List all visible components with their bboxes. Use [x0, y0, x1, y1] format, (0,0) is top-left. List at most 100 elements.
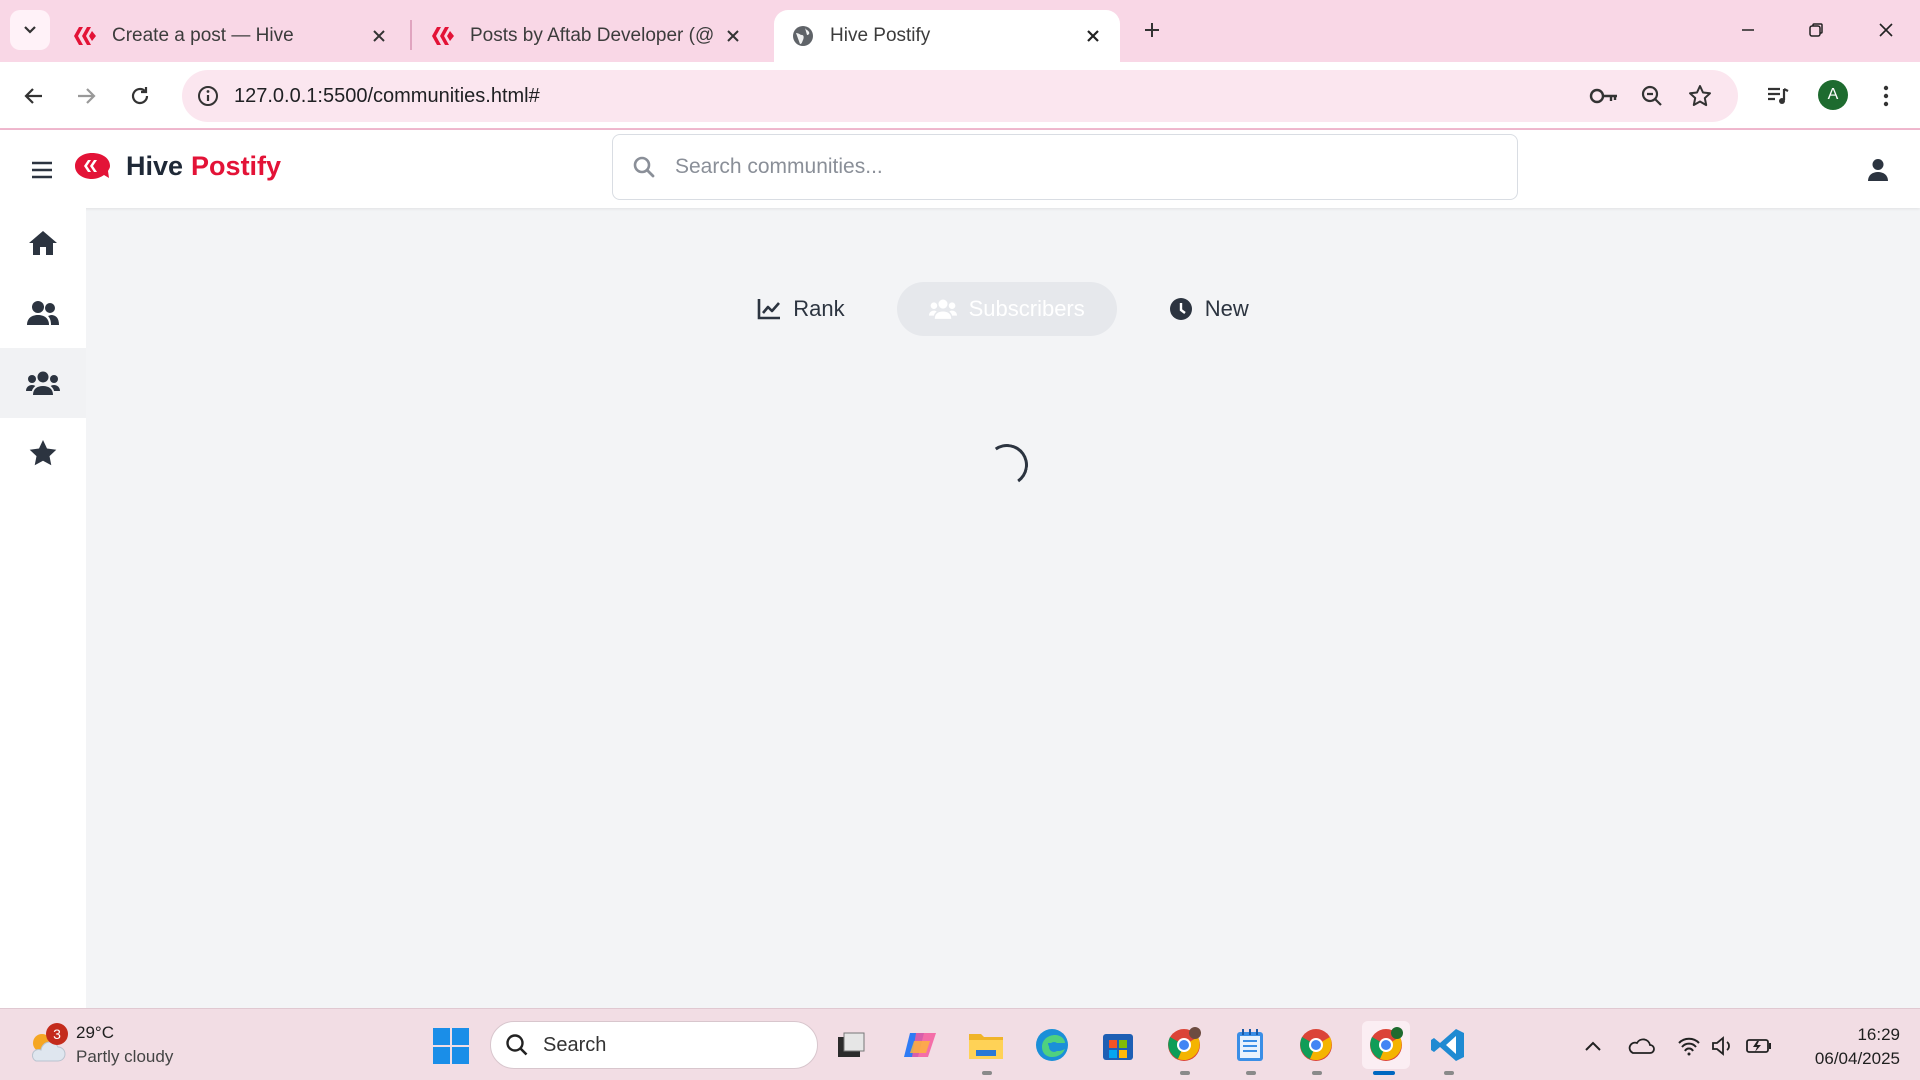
onedrive-icon[interactable]	[1626, 1031, 1656, 1061]
weather-condition: Partly cloudy	[76, 1047, 174, 1066]
password-key-icon[interactable]	[1584, 76, 1624, 116]
tab-title: Hive Postify	[830, 25, 931, 46]
tab-rank[interactable]: Rank	[725, 282, 876, 336]
windows-taskbar: 3 29°C Partly cloudy Search 16:29 06/04/…	[0, 1008, 1920, 1080]
forward-button[interactable]	[66, 76, 106, 116]
close-tab-icon[interactable]	[368, 25, 390, 47]
arrow-left-icon	[24, 88, 42, 104]
main-content: Rank Subscribers New	[86, 208, 1920, 1008]
sidebar-item-home[interactable]	[0, 208, 86, 278]
restore-button[interactable]	[1796, 10, 1836, 50]
running-indicator	[982, 1071, 992, 1075]
browser-tab-hive-postify[interactable]: Hive Postify	[774, 10, 1120, 62]
minimize-button[interactable]	[1728, 10, 1768, 50]
menu-toggle-button[interactable]	[24, 152, 60, 188]
tab-title: Posts by Aftab Developer (@aft	[470, 25, 714, 46]
active-indicator	[1373, 1071, 1395, 1075]
task-view-icon[interactable]	[831, 1025, 871, 1065]
copilot-icon[interactable]	[900, 1025, 940, 1065]
close-tab-icon[interactable]	[722, 25, 744, 47]
taskbar-clock[interactable]: 16:29 06/04/2025	[1790, 1023, 1900, 1071]
tab-title: Create a post — Hive	[112, 25, 294, 46]
sidebar-item-favorites[interactable]	[0, 418, 86, 488]
close-window-button[interactable]	[1866, 10, 1906, 50]
user-icon	[1868, 159, 1888, 181]
search-input[interactable]	[675, 155, 1475, 179]
tab-subscribers[interactable]: Subscribers	[896, 282, 1117, 336]
plus-icon	[1145, 23, 1159, 37]
microsoft-store-icon[interactable]	[1098, 1025, 1138, 1065]
running-indicator	[1444, 1071, 1454, 1075]
search-icon	[613, 155, 675, 179]
hive-postify-logo-icon	[75, 153, 110, 179]
close-tab-icon[interactable]	[1082, 25, 1104, 47]
community-search-box[interactable]	[612, 134, 1518, 200]
taskbar-search[interactable]: Search	[490, 1021, 818, 1069]
media-queue-icon	[1768, 87, 1789, 104]
weather-widget[interactable]: 3 29°C Partly cloudy	[24, 1021, 173, 1069]
vscode-icon[interactable]	[1428, 1025, 1468, 1065]
site-info-icon[interactable]	[182, 70, 234, 122]
brand-logo-link[interactable]: Hive Postify	[72, 150, 281, 182]
tab-separator	[410, 20, 412, 50]
arrow-right-icon	[78, 88, 96, 104]
browser-tab-posts-by-aftab[interactable]: Posts by Aftab Developer (@aft	[414, 10, 760, 62]
address-bar[interactable]: 127.0.0.1:5500/communities.html#	[182, 70, 1738, 122]
reload-button[interactable]	[120, 76, 160, 116]
restore-icon	[1809, 23, 1823, 37]
communities-icon	[26, 371, 60, 395]
chrome-icon[interactable]	[1296, 1025, 1336, 1065]
bookmark-star-icon[interactable]	[1680, 76, 1720, 116]
minimize-icon	[1742, 29, 1754, 31]
running-indicator	[1312, 1071, 1322, 1075]
search-icon	[506, 1034, 528, 1056]
sidebar-item-communities[interactable]	[0, 348, 86, 418]
browser-toolbar: 127.0.0.1:5500/communities.html#	[0, 62, 1920, 130]
star-icon	[29, 440, 57, 466]
media-controls-button[interactable]	[1758, 76, 1798, 116]
hive-logo-icon	[72, 23, 98, 49]
users-icon	[928, 299, 957, 319]
running-indicator	[1246, 1071, 1256, 1075]
chrome-profile-icon[interactable]	[1164, 1025, 1204, 1065]
taskbar-search-label: Search	[543, 1033, 607, 1056]
clock-time: 16:29	[1857, 1025, 1900, 1044]
hamburger-icon	[32, 161, 52, 179]
file-explorer-icon[interactable]	[966, 1025, 1006, 1065]
tab-subscribers-label: Subscribers	[968, 296, 1085, 321]
globe-icon	[790, 23, 816, 49]
close-icon	[1879, 23, 1893, 37]
tab-new-label: New	[1204, 296, 1249, 321]
show-hidden-icons-button[interactable]	[1578, 1031, 1608, 1061]
weather-badge: 3	[46, 1023, 68, 1045]
reload-icon	[131, 87, 149, 105]
partly-cloudy-icon: 3	[24, 1023, 68, 1067]
wifi-icon[interactable]	[1674, 1031, 1704, 1061]
browser-tab-bar: Create a post — Hive Posts by Aftab Deve…	[0, 0, 1920, 62]
new-tab-button[interactable]	[1134, 12, 1170, 48]
clock-date: 06/04/2025	[1814, 1049, 1900, 1068]
start-button[interactable]	[432, 1027, 470, 1065]
url-text[interactable]: 127.0.0.1:5500/communities.html#	[234, 85, 540, 108]
chrome-active-icon[interactable]	[1362, 1021, 1410, 1069]
zoom-icon[interactable]	[1632, 76, 1672, 116]
tab-rank-label: Rank	[793, 296, 845, 321]
tab-new[interactable]: New	[1137, 282, 1281, 336]
sidebar-item-users[interactable]	[0, 278, 86, 348]
profile-avatar[interactable]: A	[1818, 80, 1848, 110]
more-vertical-icon	[1883, 85, 1889, 107]
volume-icon[interactable]	[1708, 1031, 1738, 1061]
user-account-button[interactable]	[1860, 152, 1896, 188]
tab-search-button[interactable]	[10, 10, 50, 50]
notepad-icon[interactable]	[1230, 1025, 1270, 1065]
browser-menu-button[interactable]	[1866, 76, 1906, 116]
weather-temp: 29°C	[76, 1023, 114, 1042]
chevron-down-icon	[24, 26, 36, 34]
users-icon	[27, 301, 59, 325]
home-icon	[29, 231, 57, 255]
back-button[interactable]	[14, 76, 54, 116]
edge-icon[interactable]	[1032, 1025, 1072, 1065]
battery-icon[interactable]	[1744, 1031, 1774, 1061]
browser-tab-create-post[interactable]: Create a post — Hive	[56, 10, 406, 62]
chart-line-icon	[757, 299, 781, 320]
